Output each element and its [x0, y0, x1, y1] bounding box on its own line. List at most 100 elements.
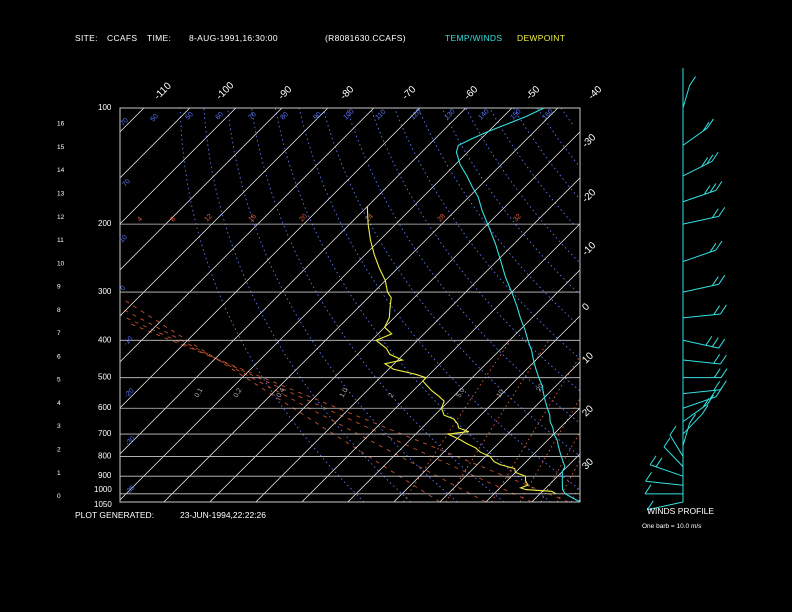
dry-adiabat-curve	[393, 107, 578, 357]
wind-barb-flag	[715, 181, 723, 191]
dry-adiabat-curve	[179, 107, 365, 503]
plot-generated-label: PLOT GENERATED:	[75, 510, 155, 520]
pressure-tick-label: 600	[98, 403, 112, 412]
wind-barb-flag	[713, 368, 721, 378]
wind-barb	[682, 189, 717, 203]
wind-barb-flag	[718, 338, 726, 349]
height-tick-label: 8	[57, 307, 61, 314]
wind-barb	[682, 283, 719, 293]
height-tick-label: 7	[57, 330, 61, 337]
dry-adiabats	[179, 107, 580, 503]
dry-adiabat-label: 100	[342, 108, 355, 121]
height-tick-label: 3	[57, 423, 61, 430]
wind-barb	[645, 480, 684, 486]
isotherm-top-label: -70	[400, 84, 418, 102]
isotherm-top-label: -100	[214, 80, 236, 102]
wind-barb-flag	[705, 336, 713, 346]
wind-barb-flag	[713, 353, 721, 364]
dewpoint-trace	[366, 206, 557, 495]
isotherm-line	[439, 361, 581, 503]
mixing-ratio-label: 20	[298, 213, 309, 224]
wind-barb	[682, 423, 691, 446]
pressure-tick-label: 900	[98, 471, 112, 480]
wind-barb-flag	[718, 207, 726, 217]
wind-barb	[682, 85, 691, 109]
isotherm-right-label: -10	[580, 240, 598, 258]
height-tick-label: 15	[57, 144, 65, 151]
sounding-series	[366, 107, 581, 503]
pressure-tick-label: 700	[98, 429, 112, 438]
wind-barb-flag	[711, 152, 719, 162]
moist-adiabat-label: 0.1	[194, 387, 205, 399]
dry-adiabat-label: 70	[119, 117, 130, 128]
winds-profile-note: One barb = 10.0 m/s	[642, 523, 702, 530]
wind-barb	[649, 464, 684, 477]
dry-adiabat-curve	[560, 107, 573, 125]
height-tick-label: 10	[57, 260, 65, 267]
isotherm-top-label: -50	[524, 84, 542, 102]
winds-profile-title: WINDS PROFILE	[647, 506, 715, 516]
isobars	[120, 107, 580, 503]
dry-adiabat-label: 60	[214, 111, 225, 122]
height-tick-label: 4	[57, 400, 61, 407]
dry-adiabat-curve	[370, 107, 580, 391]
height-tick-label: 11	[57, 237, 64, 244]
height-tick-label: 9	[57, 284, 61, 291]
wind-barb-flag	[720, 368, 728, 378]
isotherm-right-label: -20	[580, 187, 598, 205]
height-tick-label: 5	[57, 377, 61, 384]
plot-frame	[119, 107, 581, 503]
wind-barb-flag	[645, 471, 652, 482]
moist-adiabat-label: 10	[496, 389, 506, 399]
mixing-ratio-label: 28	[436, 213, 447, 224]
dry-adiabat-label: 50	[149, 113, 160, 124]
moist-adiabats	[120, 299, 569, 503]
dry-adiabat-label: -30	[124, 435, 136, 447]
wind-barb	[663, 446, 684, 467]
pressure-tick-label: 1050	[94, 500, 112, 509]
wind-barb	[682, 396, 717, 409]
moist-adiabat-label: 20	[536, 383, 546, 393]
mixing-ratio-curve	[540, 433, 580, 503]
wind-barb-flag	[689, 76, 697, 86]
mixing-ratio-curve	[402, 340, 511, 503]
height-tick-label: 12	[57, 214, 65, 221]
wind-barb-flag	[711, 337, 719, 347]
wind-barb-flag	[715, 240, 723, 251]
wind-barb-flag	[718, 275, 726, 285]
pressure-tick-label: 300	[98, 287, 112, 296]
isotherm-line	[119, 107, 329, 317]
dry-adiabat-label: -10	[122, 335, 134, 347]
moist-adiabat-curve	[124, 299, 441, 503]
moist-adiabat-label: 2	[388, 392, 396, 399]
dry-adiabat-curve	[346, 107, 579, 422]
dry-adiabat-label: 150	[509, 108, 522, 121]
wind-barb-flag	[720, 380, 727, 390]
height-tick-label: 1	[57, 470, 61, 477]
isotherm-line	[531, 453, 581, 503]
moist-adiabat-label: 1.0	[339, 387, 350, 399]
isotherm-right-label: -30	[580, 132, 598, 150]
height-tick-label: 14	[57, 167, 65, 174]
wind-barb	[682, 215, 719, 225]
wind-barb-flag	[720, 354, 727, 365]
dry-adiabat-label: 140	[477, 108, 490, 121]
wind-barb-flag	[720, 304, 727, 315]
pressure-tick-label: 200	[98, 219, 112, 228]
isotherm-right-label: 30	[580, 456, 596, 472]
isotherm-line	[347, 269, 581, 503]
wind-barb-flag	[649, 455, 657, 466]
dry-adiabat-label: 90	[312, 111, 323, 122]
isotherm-line	[119, 107, 375, 363]
dry-adiabat-label: -35	[124, 484, 136, 496]
pressure-tick-label: 800	[98, 451, 112, 460]
mixing-ratio-label: 24	[364, 213, 375, 224]
pressure-tick-label: 100	[98, 103, 112, 112]
skew-t-chart: 1002003004005006007008009001000105016151…	[57, 68, 728, 511]
dry-adiabat-label: 110	[374, 108, 387, 121]
dry-adiabat-label: 160	[541, 108, 554, 121]
dry-adiabat-curve	[274, 107, 552, 503]
isotherm-right-label: 10	[580, 350, 596, 366]
dry-adiabat-curve	[203, 107, 412, 503]
isotherm-top-label: -60	[462, 84, 480, 102]
